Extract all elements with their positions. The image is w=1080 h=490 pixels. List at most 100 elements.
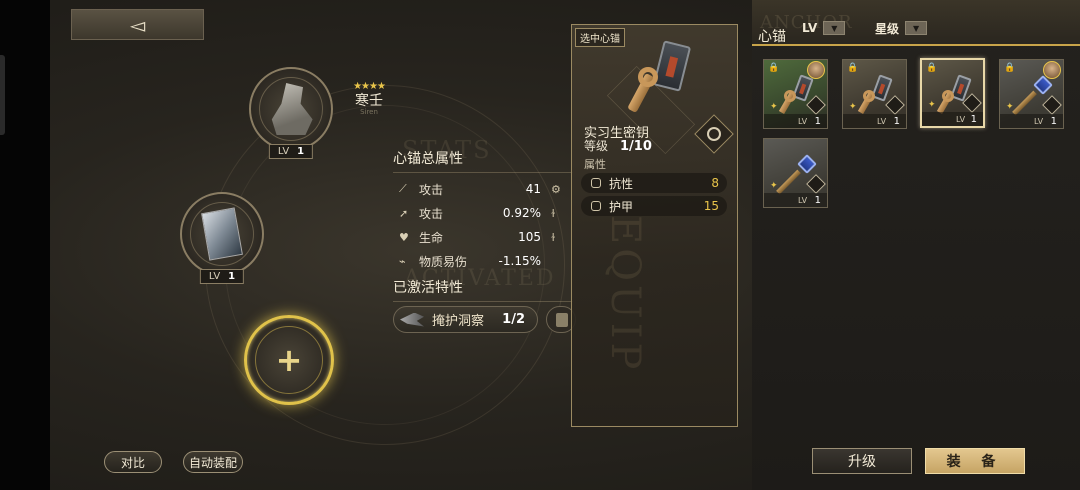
plus-icon: + bbox=[275, 341, 303, 379]
slot-level-badge: LV 1 bbox=[199, 269, 245, 284]
back-arrow-icon: ◅ bbox=[129, 12, 146, 37]
armor-icon bbox=[591, 201, 601, 211]
stats-title: 心锚总属性 bbox=[393, 148, 573, 173]
filter-dropdown[interactable]: 星级 ▼ bbox=[875, 19, 928, 37]
stat-value: 41 bbox=[525, 182, 541, 196]
key-ring-icon bbox=[638, 67, 658, 87]
statue-portrait bbox=[259, 77, 323, 141]
sparkle-icon: ✦ bbox=[928, 100, 936, 110]
anchor-card[interactable]: 🔒 ✦ LV 1 bbox=[763, 59, 828, 129]
card-level: LV 1 bbox=[764, 114, 827, 128]
lv-label: LV bbox=[956, 114, 966, 124]
anchor-slot-3-empty[interactable]: + bbox=[244, 315, 334, 405]
equip-button[interactable]: 装 备 bbox=[925, 448, 1025, 474]
lv-value: 1 bbox=[228, 271, 236, 282]
heart-icon: ♥ bbox=[399, 230, 409, 244]
prop-value: 8 bbox=[711, 176, 719, 190]
statue-figure-icon bbox=[271, 83, 313, 135]
trait-wing-icon bbox=[400, 312, 424, 327]
sort-dropdown[interactable]: LV ▼ bbox=[802, 19, 846, 37]
key-artwork bbox=[622, 37, 702, 122]
trait-count: 1/2 bbox=[502, 312, 525, 327]
lv-value: 1 bbox=[814, 115, 821, 127]
character-name: 寒壬 bbox=[355, 93, 383, 109]
empty-slot-inner: + bbox=[255, 326, 323, 394]
chevron-down-icon: ▼ bbox=[905, 21, 928, 35]
lock-icon: 🔒 bbox=[926, 63, 938, 73]
anchor-card[interactable]: 🔒 ✦ LV 1 bbox=[842, 59, 907, 129]
magnifier-icon bbox=[707, 127, 721, 141]
lock-icon: 🔒 bbox=[1004, 63, 1016, 73]
stat-value: 105 bbox=[518, 230, 541, 244]
prop-row: 护甲 15 bbox=[581, 196, 727, 216]
chevron-down-icon: ▼ bbox=[823, 21, 846, 35]
sword-icon: ⟋ bbox=[399, 182, 407, 195]
game-screen: ◅ STATS ACTIVATED LV 1 ★★★★ 寒壬 Siren LV 1 … bbox=[0, 0, 1080, 490]
compare-button[interactable]: 对比 bbox=[104, 451, 162, 473]
bg-watermark-equip: EQUIP bbox=[602, 215, 648, 374]
anchor-slot-1[interactable]: LV 1 bbox=[249, 67, 333, 159]
stat-value: -1.15% bbox=[498, 254, 541, 268]
lv-label: LV bbox=[877, 116, 887, 126]
sparkle-icon: ✦ bbox=[770, 181, 778, 191]
stat-label: 生命 bbox=[419, 230, 444, 245]
screen-bezel bbox=[0, 0, 50, 490]
lv-label: LV bbox=[798, 116, 808, 126]
feather-icon: ɫ bbox=[551, 230, 556, 244]
gear-icon: ⚙ bbox=[551, 182, 561, 196]
card-portrait bbox=[190, 202, 254, 266]
level-label: 等级 bbox=[584, 139, 609, 153]
lv-value: 1 bbox=[893, 115, 900, 127]
inventory-title: 心锚 bbox=[758, 29, 786, 45]
prop-row: 抗性 8 bbox=[581, 173, 727, 193]
card-level: LV 1 bbox=[1000, 114, 1063, 128]
lv-label: LV bbox=[208, 271, 221, 282]
anchor-slot-2[interactable]: LV 1 bbox=[180, 192, 264, 284]
character-name-block: ★★★★ 寒壬 Siren bbox=[344, 81, 394, 116]
stat-row: ⟋ 攻击 41 ⚙ bbox=[393, 177, 573, 201]
sort-label: LV bbox=[802, 21, 818, 35]
resistance-icon bbox=[591, 178, 601, 188]
auto-equip-button[interactable]: 自动装配 bbox=[183, 451, 243, 473]
stat-label: 物质易伤 bbox=[419, 254, 468, 269]
lv-label: LV bbox=[798, 195, 808, 205]
stat-label: 攻击 bbox=[419, 206, 444, 221]
lv-label: LV bbox=[277, 146, 290, 157]
arrow-icon: ➚ bbox=[399, 206, 409, 220]
level-value: 1/10 bbox=[620, 139, 652, 154]
prop-name: 抗性 bbox=[609, 176, 634, 191]
card-level: LV 1 bbox=[764, 193, 827, 207]
character-name-en: Siren bbox=[360, 108, 378, 116]
stat-label: 攻击 bbox=[419, 182, 444, 197]
sparkle-icon: ✦ bbox=[1006, 102, 1014, 112]
filter-label: 星级 bbox=[875, 21, 900, 36]
lock-icon: 🔒 bbox=[768, 63, 780, 73]
activated-traits-title: 已激活特性 bbox=[393, 277, 573, 302]
anchor-card[interactable]: ✦ LV 1 bbox=[763, 138, 828, 208]
card-level: LV 1 bbox=[843, 114, 906, 128]
key-bow-icon bbox=[652, 40, 692, 92]
anchor-card-selected[interactable]: 🔒 ✦ LV 1 bbox=[920, 58, 985, 128]
prop-name: 护甲 bbox=[609, 199, 634, 214]
lock-icon: 🔒 bbox=[847, 63, 859, 73]
card-level: LV 1 bbox=[922, 112, 983, 126]
anchor-card[interactable]: 🔒 ✦ LV 1 bbox=[999, 59, 1064, 129]
lv-value: 1 bbox=[970, 113, 977, 125]
sparkle-icon: ✦ bbox=[849, 102, 857, 112]
stat-row: ⌁ 物质易伤 -1.15% bbox=[393, 249, 573, 273]
prop-value: 15 bbox=[703, 199, 719, 213]
selected-tag: 选中心锚 bbox=[575, 28, 625, 47]
vulnerability-icon: ⌁ bbox=[399, 254, 406, 268]
feather-icon: ɫ bbox=[551, 206, 556, 220]
anchor-inventory-panel: ANCHOR 心锚 LV ▼ 星级 ▼ 🔒 ✦ LV 1 🔒 ✦ LV 1 🔒 … bbox=[752, 0, 1080, 490]
stat-row: ➚ 攻击 0.92% ɫ bbox=[393, 201, 573, 225]
item-level: 等级 1/10 bbox=[584, 137, 652, 154]
stat-row: ♥ 生命 105 ɫ bbox=[393, 225, 573, 249]
trait-pill[interactable]: 掩护洞察 1/2 bbox=[393, 306, 538, 333]
props-title: 属性 bbox=[584, 158, 606, 171]
stat-value: 0.92% bbox=[502, 206, 541, 220]
back-button[interactable]: ◅ bbox=[71, 9, 204, 40]
lv-value: 1 bbox=[814, 194, 821, 206]
upgrade-button[interactable]: 升级 bbox=[812, 448, 912, 474]
inventory-header: ANCHOR 心锚 LV ▼ 星级 ▼ bbox=[752, 0, 1080, 46]
